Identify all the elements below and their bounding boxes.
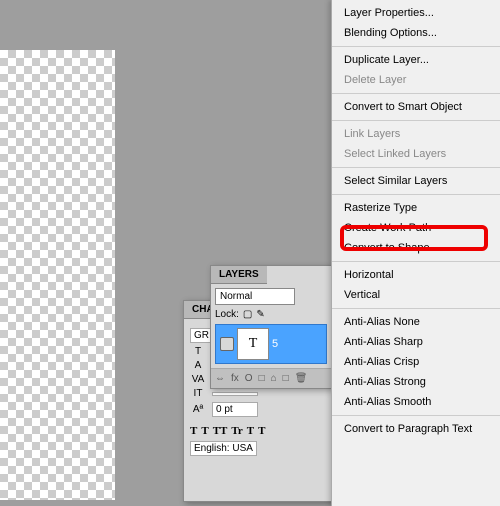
- menu-item-anti-alias-strong[interactable]: Anti-Alias Strong: [332, 372, 500, 392]
- menu-item-vertical[interactable]: Vertical: [332, 285, 500, 305]
- layer-row-selected[interactable]: T 5: [215, 324, 327, 364]
- type-style-buttons: T T TT Tr T T: [190, 425, 328, 437]
- tracking[interactable]: [212, 392, 258, 396]
- menu-separator: [332, 167, 500, 168]
- layers-panel[interactable]: LAYERS Normal Lock: ▢ ✎ T 5 ⇔ fx O □ ⌂ □…: [210, 265, 332, 389]
- link-icon[interactable]: ⇔: [215, 373, 225, 384]
- lock-row: Lock: ▢ ✎: [215, 309, 327, 320]
- menu-item-rasterize-type[interactable]: Rasterize Type: [332, 198, 500, 218]
- context-menu: Layer Properties...Blending Options... Du…: [331, 0, 500, 506]
- menu-item-link-layers: Link Layers: [332, 124, 500, 144]
- menu-item-horizontal[interactable]: Horizontal: [332, 265, 500, 285]
- baseline-shift[interactable]: 0 pt: [212, 402, 258, 417]
- layers-footer: ⇔ fx O □ ⌂ □ 🗑: [215, 373, 327, 384]
- superscript[interactable]: T: [247, 425, 254, 437]
- menu-item-create-work-path[interactable]: Create Work Path: [332, 218, 500, 238]
- new-layer-icon[interactable]: □: [283, 373, 289, 384]
- menu-separator: [332, 120, 500, 121]
- menu-item-duplicate-layer[interactable]: Duplicate Layer...: [332, 50, 500, 70]
- fx-icon[interactable]: fx: [231, 373, 239, 384]
- kerning-icon: VA: [190, 374, 206, 385]
- baseline-shift-icon: Aª: [190, 404, 206, 415]
- menu-separator: [332, 261, 500, 262]
- leading-icon: A: [190, 360, 206, 371]
- adjustment-icon[interactable]: □: [259, 373, 265, 384]
- menu-item-layer-properties[interactable]: Layer Properties...: [332, 3, 500, 23]
- menu-separator: [332, 194, 500, 195]
- language-select[interactable]: English: USA: [190, 441, 257, 456]
- menu-item-select-linked-layers: Select Linked Layers: [332, 144, 500, 164]
- layer-thumbnail[interactable]: T: [238, 329, 268, 359]
- layers-tab[interactable]: LAYERS: [211, 266, 267, 284]
- mask-icon[interactable]: O: [245, 373, 253, 384]
- menu-item-anti-alias-smooth[interactable]: Anti-Alias Smooth: [332, 392, 500, 412]
- type-size-icon: T: [190, 346, 206, 357]
- menu-item-blending-options[interactable]: Blending Options...: [332, 23, 500, 43]
- menu-item-convert-to-smart-object[interactable]: Convert to Smart Object: [332, 97, 500, 117]
- tracking-icon: IT: [190, 388, 206, 399]
- menu-separator: [332, 308, 500, 309]
- menu-separator: [332, 93, 500, 94]
- faux-italic[interactable]: T: [201, 425, 208, 437]
- faux-bold[interactable]: T: [190, 425, 197, 437]
- transparency-checker: [0, 50, 115, 500]
- menu-item-anti-alias-crisp[interactable]: Anti-Alias Crisp: [332, 352, 500, 372]
- lock-transparency-icon[interactable]: ▢: [243, 309, 252, 320]
- subscript[interactable]: T: [258, 425, 265, 437]
- canvas-area[interactable]: [0, 50, 115, 500]
- visibility-icon[interactable]: [220, 337, 234, 351]
- trash-icon[interactable]: 🗑: [295, 373, 308, 384]
- all-caps[interactable]: TT: [213, 425, 228, 437]
- menu-separator: [332, 415, 500, 416]
- menu-item-convert-to-shape[interactable]: Convert to Shape: [332, 238, 500, 258]
- menu-item-delete-layer: Delete Layer: [332, 70, 500, 90]
- menu-item-anti-alias-none[interactable]: Anti-Alias None: [332, 312, 500, 332]
- layer-name[interactable]: 5: [272, 338, 278, 350]
- folder-icon[interactable]: ⌂: [271, 373, 277, 384]
- lock-paint-icon[interactable]: ✎: [256, 309, 264, 320]
- menu-item-anti-alias-sharp[interactable]: Anti-Alias Sharp: [332, 332, 500, 352]
- menu-separator: [332, 46, 500, 47]
- lock-label: Lock:: [215, 309, 239, 320]
- menu-item-select-similar-layers[interactable]: Select Similar Layers: [332, 171, 500, 191]
- small-caps[interactable]: Tr: [231, 425, 242, 437]
- menu-item-convert-to-paragraph-text[interactable]: Convert to Paragraph Text: [332, 419, 500, 439]
- blend-mode-select[interactable]: Normal: [215, 288, 295, 305]
